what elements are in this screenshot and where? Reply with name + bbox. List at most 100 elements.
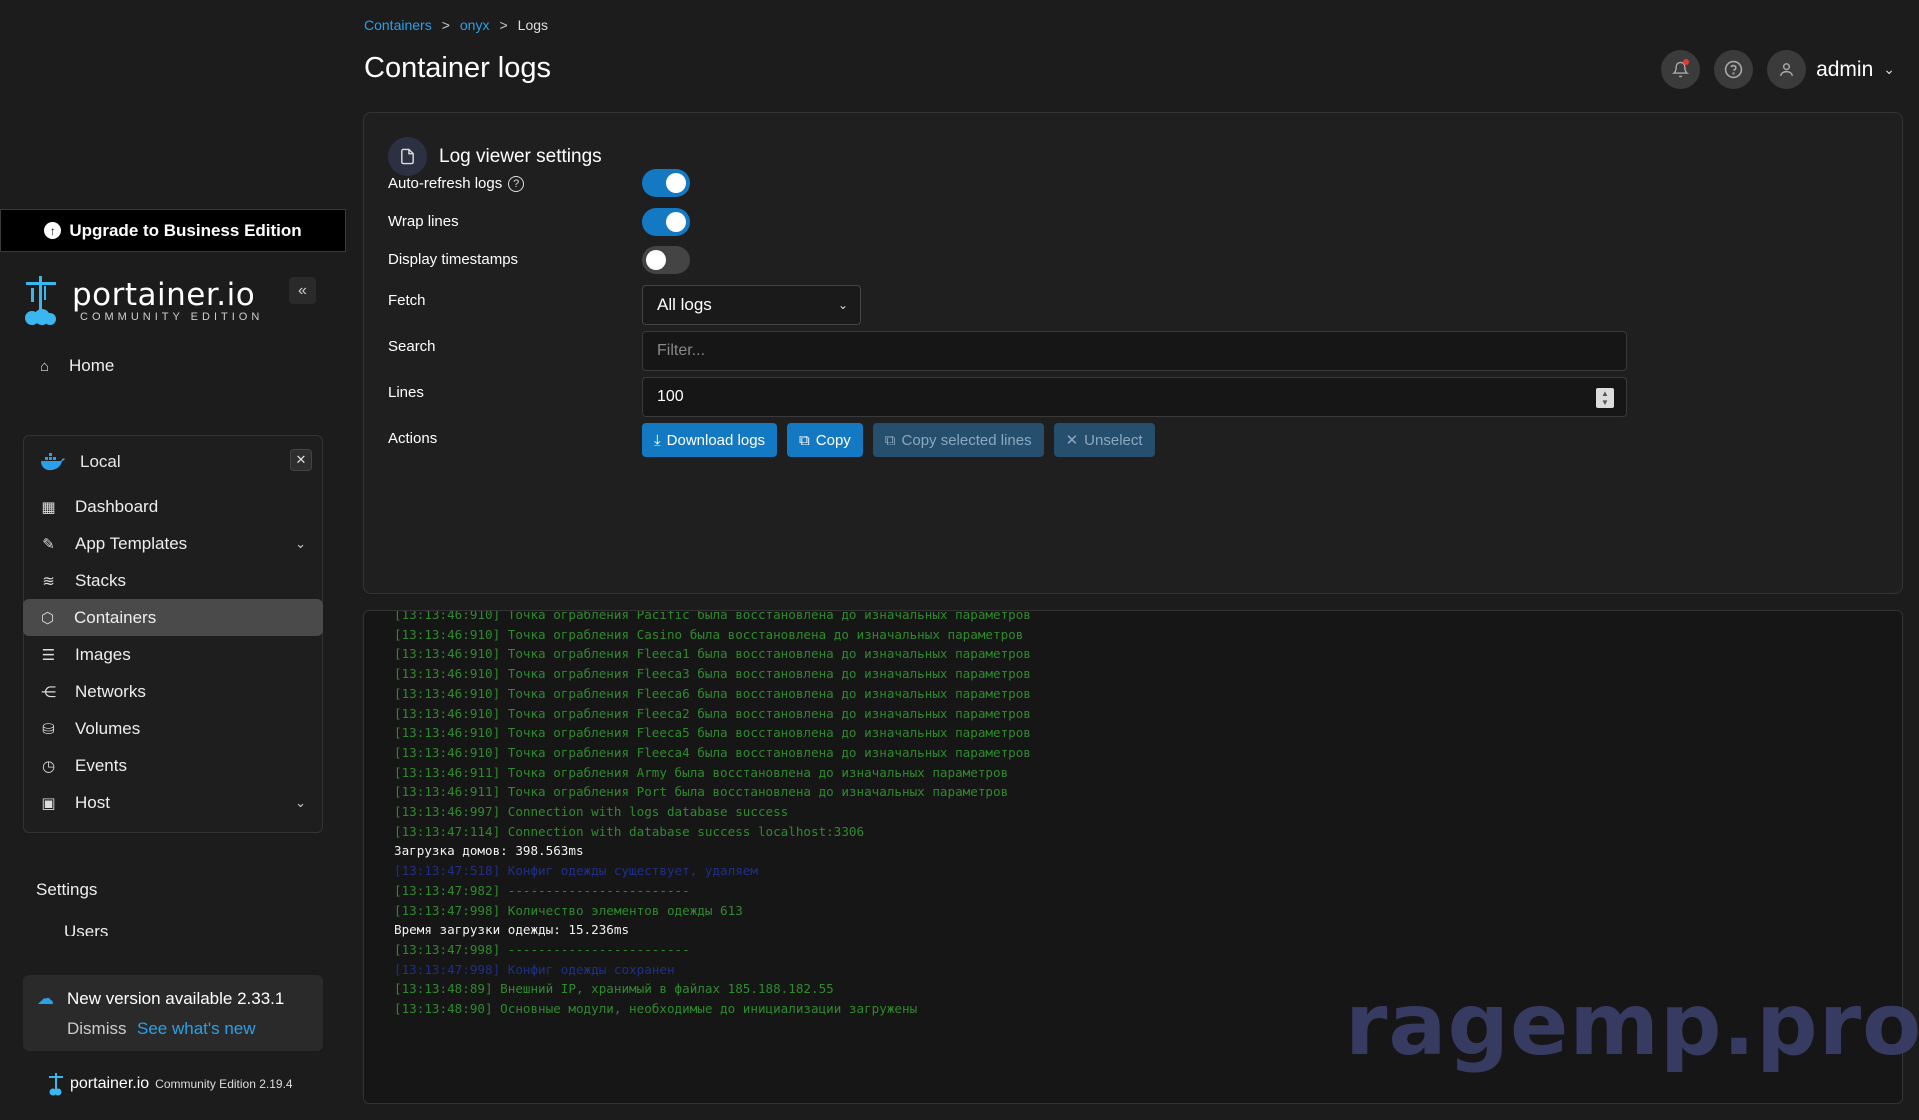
wrap-lines-label: Wrap lines xyxy=(388,213,459,230)
auto-refresh-label-text: Auto-refresh logs xyxy=(388,175,503,192)
log-line[interactable]: Загрузка домов: 398.563ms xyxy=(394,841,1031,861)
wrap-lines-toggle[interactable] xyxy=(642,208,690,236)
sidebar-item-label: Networks xyxy=(75,681,146,701)
sidebar-item-label: App Templates xyxy=(75,533,188,553)
sidebar-item-label: Volumes xyxy=(75,718,141,738)
copy-button[interactable]: ⧉ Copy xyxy=(787,423,863,457)
lines-label: Lines xyxy=(388,384,424,401)
portainer-logo[interactable]: portainer.io COMMUNITY EDITION xyxy=(22,274,263,326)
log-line[interactable]: [13:13:46:910] Точка ограбления Casino б… xyxy=(394,625,1031,645)
sidebar-item-app-templates[interactable]: ✎ App Templates ⌄ xyxy=(24,525,322,562)
sidebar-item-label: Host xyxy=(75,792,110,812)
upgrade-button[interactable]: ↑ Upgrade to Business Edition xyxy=(0,209,346,252)
log-line[interactable]: [13:13:46:997] Connection with logs data… xyxy=(394,802,1031,822)
database-icon: ⛁ xyxy=(42,720,55,738)
layers-icon: ≋ xyxy=(42,572,55,590)
breadcrumb-containers[interactable]: Containers xyxy=(364,17,432,33)
search-label: Search xyxy=(388,338,436,355)
environment-name: Local xyxy=(80,452,121,471)
toggle-knob xyxy=(666,212,686,232)
download-logs-button[interactable]: ⤓ Download logs xyxy=(642,423,778,457)
display-timestamps-toggle[interactable] xyxy=(642,246,690,274)
settings-section-title: Settings xyxy=(36,880,98,899)
lines-stepper[interactable]: ▲ ▼ xyxy=(1596,388,1614,408)
log-line[interactable]: [13:13:46:910] Точка ограбления Fleeca6 … xyxy=(394,684,1031,704)
user-icon xyxy=(1780,63,1793,76)
avatar xyxy=(1767,50,1807,89)
breadcrumb-current: Logs xyxy=(517,17,549,33)
log-line[interactable]: [13:13:46:910] Точка ограбления Pacific … xyxy=(394,611,1031,625)
copy-icon: ⧉ xyxy=(884,431,896,449)
docker-icon xyxy=(41,453,65,471)
copy-selected-lines-button[interactable]: ⧉ Copy selected lines xyxy=(872,423,1044,457)
fetch-select[interactable]: All logs ⌄ xyxy=(642,285,861,325)
sidebar-item-networks[interactable]: ⋲ Networks xyxy=(24,673,322,710)
log-line[interactable]: [13:13:48:90] Основные модули, необходим… xyxy=(394,999,1031,1019)
collapse-sidebar-button[interactable]: « xyxy=(289,277,316,304)
clock-icon: ◷ xyxy=(41,757,56,775)
log-line[interactable]: [13:13:48:89] Внешний IP, хранимый в фай… xyxy=(394,979,1031,999)
sidebar-item-home[interactable]: ⌂ Home xyxy=(36,356,114,376)
lines-value: 100 xyxy=(657,388,684,405)
footer-logo: portainer.io Community Edition 2.19.4 xyxy=(48,1072,293,1096)
edit-icon: ✎ xyxy=(42,535,55,553)
chevron-down-icon[interactable]: ⌄ xyxy=(295,536,306,552)
dismiss-update-link[interactable]: Dismiss xyxy=(67,1019,127,1039)
list-icon: ☰ xyxy=(41,646,56,664)
help-button[interactable] xyxy=(1714,50,1754,89)
log-line[interactable]: [13:13:46:910] Точка ограбления Fleeca4 … xyxy=(394,743,1031,763)
notifications-button[interactable] xyxy=(1661,50,1701,89)
log-line[interactable]: [13:13:47:982] ------------------------ xyxy=(394,881,1031,901)
display-timestamps-label: Display timestamps xyxy=(388,251,519,268)
help-icon[interactable]: ? xyxy=(508,175,525,192)
log-line[interactable]: [13:13:47:998] Конфиг одежды сохранен xyxy=(394,960,1031,980)
log-line[interactable]: [13:13:46:910] Точка ограбления Fleeca2 … xyxy=(394,704,1031,724)
sidebar-item-host[interactable]: ▣ Host ⌄ xyxy=(24,784,322,821)
log-line[interactable]: [13:13:46:910] Точка ограбления Fleeca3 … xyxy=(394,664,1031,684)
log-line[interactable]: Время загрузки одежды: 15.236ms xyxy=(394,920,1031,940)
auto-refresh-label: Auto-refresh logs ? xyxy=(388,175,525,192)
dashboard-icon: ▦ xyxy=(41,498,56,516)
user-menu[interactable]: admin ⌄ xyxy=(1767,50,1895,89)
sidebar-item-images[interactable]: ☰ Images xyxy=(24,636,322,673)
upgrade-label: Upgrade to Business Edition xyxy=(69,220,302,240)
unselect-label: Unselect xyxy=(1084,431,1143,449)
log-line[interactable]: [13:13:46:910] Точка ограбления Fleeca5 … xyxy=(394,723,1031,743)
chevrons-left-icon: « xyxy=(298,281,307,299)
copy-label: Copy xyxy=(815,431,851,449)
sidebar-item-dashboard[interactable]: ▦ Dashboard xyxy=(24,488,322,525)
sidebar-item-label: Home xyxy=(69,356,115,375)
fetch-label: Fetch xyxy=(388,292,426,309)
brand-edition: COMMUNITY EDITION xyxy=(80,311,264,323)
sidebar-item-stacks[interactable]: ≋ Stacks xyxy=(24,562,322,599)
lines-input[interactable]: 100 ▲ ▼ xyxy=(642,377,1627,417)
sidebar-item-users[interactable]: Users xyxy=(36,922,306,936)
user-name: admin xyxy=(1816,57,1874,81)
log-lines: [13:13:46:910] Точка ограбления Pacific … xyxy=(394,611,1031,1019)
chevron-down-icon[interactable]: ⌄ xyxy=(295,795,306,811)
breadcrumb-container[interactable]: onyx xyxy=(460,17,490,33)
environment-panel: Local ✕ ▦ Dashboard ✎ App Templates ⌄ ≋ Stacks… xyxy=(23,435,323,833)
unselect-button[interactable]: ✕ Unselect xyxy=(1053,423,1155,457)
log-line[interactable]: [13:13:47:114] Connection with database … xyxy=(394,822,1031,842)
sidebar-item-events[interactable]: ◷ Events xyxy=(24,747,322,784)
log-line[interactable]: [13:13:47:518] Конфиг одежды существует,… xyxy=(394,861,1031,881)
sidebar-item-label: Users xyxy=(64,922,109,936)
search-input[interactable]: Filter... xyxy=(642,331,1627,371)
close-environment-button[interactable]: ✕ xyxy=(290,449,312,471)
breadcrumb-separator: > xyxy=(499,17,508,33)
watermark: ragemp.pro xyxy=(1345,975,1919,1075)
sidebar-item-label: Events xyxy=(75,755,127,775)
log-line[interactable]: [13:13:46:910] Точка ограбления Fleeca1 … xyxy=(394,644,1031,664)
sidebar-item-containers[interactable]: ⬡ Containers xyxy=(23,599,323,636)
whats-new-link[interactable]: See what's new xyxy=(137,1019,256,1039)
cpu-icon: ▣ xyxy=(41,794,56,812)
log-line[interactable]: [13:13:47:998] ------------------------ xyxy=(394,940,1031,960)
chevron-down-icon: ⌄ xyxy=(837,298,848,312)
log-line[interactable]: [13:13:46:911] Точка ограбления Port был… xyxy=(394,782,1031,802)
auto-refresh-toggle[interactable] xyxy=(642,169,690,197)
download-icon: ⤓ xyxy=(654,431,661,449)
sidebar-item-volumes[interactable]: ⛁ Volumes xyxy=(24,710,322,747)
log-line[interactable]: [13:13:47:998] Количество элементов одеж… xyxy=(394,901,1031,921)
log-line[interactable]: [13:13:46:911] Точка ограбления Army был… xyxy=(394,763,1031,783)
